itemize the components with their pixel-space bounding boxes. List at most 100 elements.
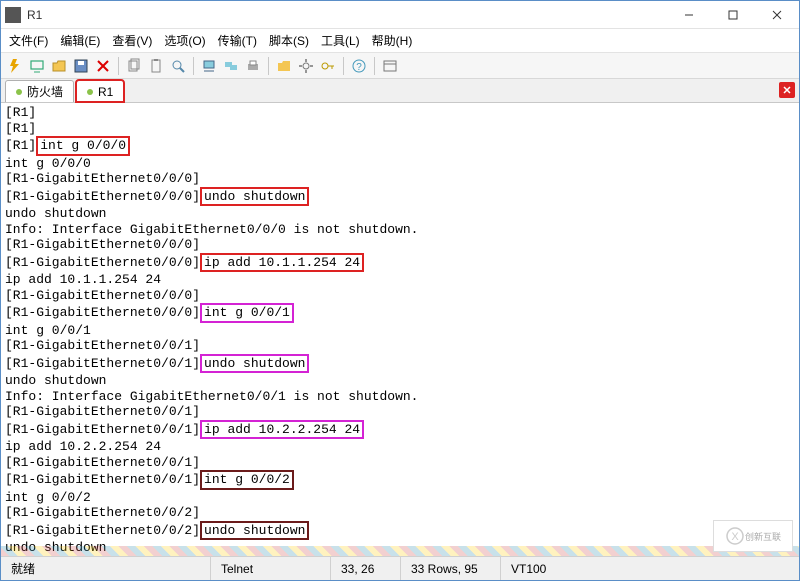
terminal-line: [R1-GigabitEthernet0/0/0]int g 0/0/1 [5,303,795,323]
tb-explorer[interactable] [274,56,294,76]
copy-icon [126,58,142,74]
titlebar: R1 [1,1,799,29]
find-icon [170,58,186,74]
menu-help[interactable]: 帮助(H) [372,32,413,49]
key-icon [320,58,336,74]
close-icon [782,85,792,95]
tb-find[interactable] [168,56,188,76]
highlighted-command: ip add 10.2.2.254 24 [200,420,364,440]
terminal-line: [R1]int g 0/0/0 [5,136,795,156]
disconnect-icon [95,58,111,74]
print-icon [245,58,261,74]
tb-copy[interactable] [124,56,144,76]
line-prompt: undo shutdown [5,540,106,555]
menu-view[interactable]: 查看(V) [112,32,152,49]
menu-edit[interactable]: 编辑(E) [60,32,100,49]
terminal-line: int g 0/0/1 [5,323,795,339]
toolbar-separator [374,57,375,75]
terminal-line: undo shutdown [5,206,795,222]
tb-panel[interactable] [380,56,400,76]
toolbar-separator [118,57,119,75]
tb-options[interactable] [296,56,316,76]
tb-paste[interactable] [146,56,166,76]
line-prompt: [R1-GigabitEthernet0/0/2] [5,523,200,538]
disk-icon [73,58,89,74]
highlighted-command: int g 0/0/1 [200,303,294,323]
tb-help[interactable]: ? [349,56,369,76]
line-prompt: [R1-GigabitEthernet0/0/1] [5,404,200,419]
maximize-button[interactable] [711,1,755,29]
toolbar: ? [1,53,799,79]
terminal-line: [R1-GigabitEthernet0/0/1]int g 0/0/2 [5,470,795,490]
maximize-icon [728,10,738,20]
tb-host-2[interactable] [221,56,241,76]
line-prompt: [R1-GigabitEthernet0/0/0] [5,171,200,186]
terminal-output[interactable]: [R1][R1][R1]int g 0/0/0int g 0/0/0[R1-Gi… [1,103,799,556]
line-prompt: [R1-GigabitEthernet0/0/1] [5,422,200,437]
line-prompt: Info: Interface GigabitEthernet0/0/0 is … [5,222,418,237]
tb-session-1[interactable] [27,56,47,76]
terminal-line: [R1-GigabitEthernet0/0/1] [5,455,795,471]
highlighted-command: ip add 10.1.1.254 24 [200,253,364,273]
menu-scripts[interactable]: 脚本(S) [269,32,309,49]
lightning-icon [7,58,23,74]
tb-session-2[interactable] [49,56,69,76]
terminal-line: Info: Interface GigabitEthernet0/0/2 is … [5,556,795,557]
terminal-line: [R1-GigabitEthernet0/0/0]undo shutdown [5,187,795,207]
menu-file[interactable]: 文件(F) [9,32,48,49]
menu-options[interactable]: 选项(O) [164,32,205,49]
minimize-button[interactable] [667,1,711,29]
highlighted-command: undo shutdown [200,354,309,374]
line-prompt: int g 0/0/1 [5,323,91,338]
status-term: VT100 [501,557,556,580]
terminal-line: ip add 10.1.1.254 24 [5,272,795,288]
terminal-line: [R1] [5,121,795,137]
window-title: R1 [27,8,42,22]
line-prompt: Info: Interface GigabitEthernet0/0/2 is … [5,556,418,557]
terminal-line: int g 0/0/2 [5,490,795,506]
paste-icon [148,58,164,74]
menu-tools[interactable]: 工具(L) [321,32,360,49]
status-ready: 就绪 [1,557,211,580]
terminal-line: [R1-GigabitEthernet0/0/1]undo shutdown [5,354,795,374]
line-prompt: int g 0/0/2 [5,490,91,505]
menubar: 文件(F) 编辑(E) 查看(V) 选项(O) 传输(T) 脚本(S) 工具(L… [1,29,799,53]
line-prompt: int g 0/0/0 [5,156,91,171]
toolbar-separator [193,57,194,75]
status-size: 33 Rows, 95 [401,557,501,580]
close-button[interactable] [755,1,799,29]
terminal-line: [R1-GigabitEthernet0/0/0] [5,288,795,304]
app-window: R1 文件(F) 编辑(E) 查看(V) 选项(O) 传输(T) 脚本(S) 工… [0,0,800,581]
terminal-line: [R1-GigabitEthernet0/0/0] [5,237,795,253]
line-prompt: [R1-GigabitEthernet0/0/0] [5,237,200,252]
status-dot-icon [87,89,93,95]
monitor-icon [29,58,45,74]
tab-close-button[interactable] [779,82,795,98]
tb-disconnect[interactable] [93,56,113,76]
highlighted-command: int g 0/0/0 [36,136,130,156]
minimize-icon [684,10,694,20]
status-cursor: 33, 26 [331,557,401,580]
tb-quick-connect[interactable] [5,56,25,76]
tb-print[interactable] [243,56,263,76]
terminal-line: [R1] [5,105,795,121]
line-prompt: [R1-GigabitEthernet0/0/0] [5,305,200,320]
line-prompt: ip add 10.1.1.254 24 [5,272,161,287]
tab-firewall[interactable]: 防火墙 [5,80,74,102]
line-prompt: Info: Interface GigabitEthernet0/0/1 is … [5,389,418,404]
app-icon [5,7,21,23]
line-prompt: [R1-GigabitEthernet0/0/1] [5,455,200,470]
panel-icon [382,58,398,74]
menu-transfer[interactable]: 传输(T) [218,32,257,49]
tab-label: R1 [98,85,113,99]
toolbar-separator [343,57,344,75]
close-icon [772,10,782,20]
terminal-line: Info: Interface GigabitEthernet0/0/1 is … [5,389,795,405]
tb-key[interactable] [318,56,338,76]
tb-host-1[interactable] [199,56,219,76]
terminal-line: [R1-GigabitEthernet0/0/2] [5,505,795,521]
tab-r1[interactable]: R1 [76,80,124,102]
line-prompt: [R1-GigabitEthernet0/0/1] [5,338,200,353]
tb-session-3[interactable] [71,56,91,76]
terminal-line: Info: Interface GigabitEthernet0/0/0 is … [5,222,795,238]
